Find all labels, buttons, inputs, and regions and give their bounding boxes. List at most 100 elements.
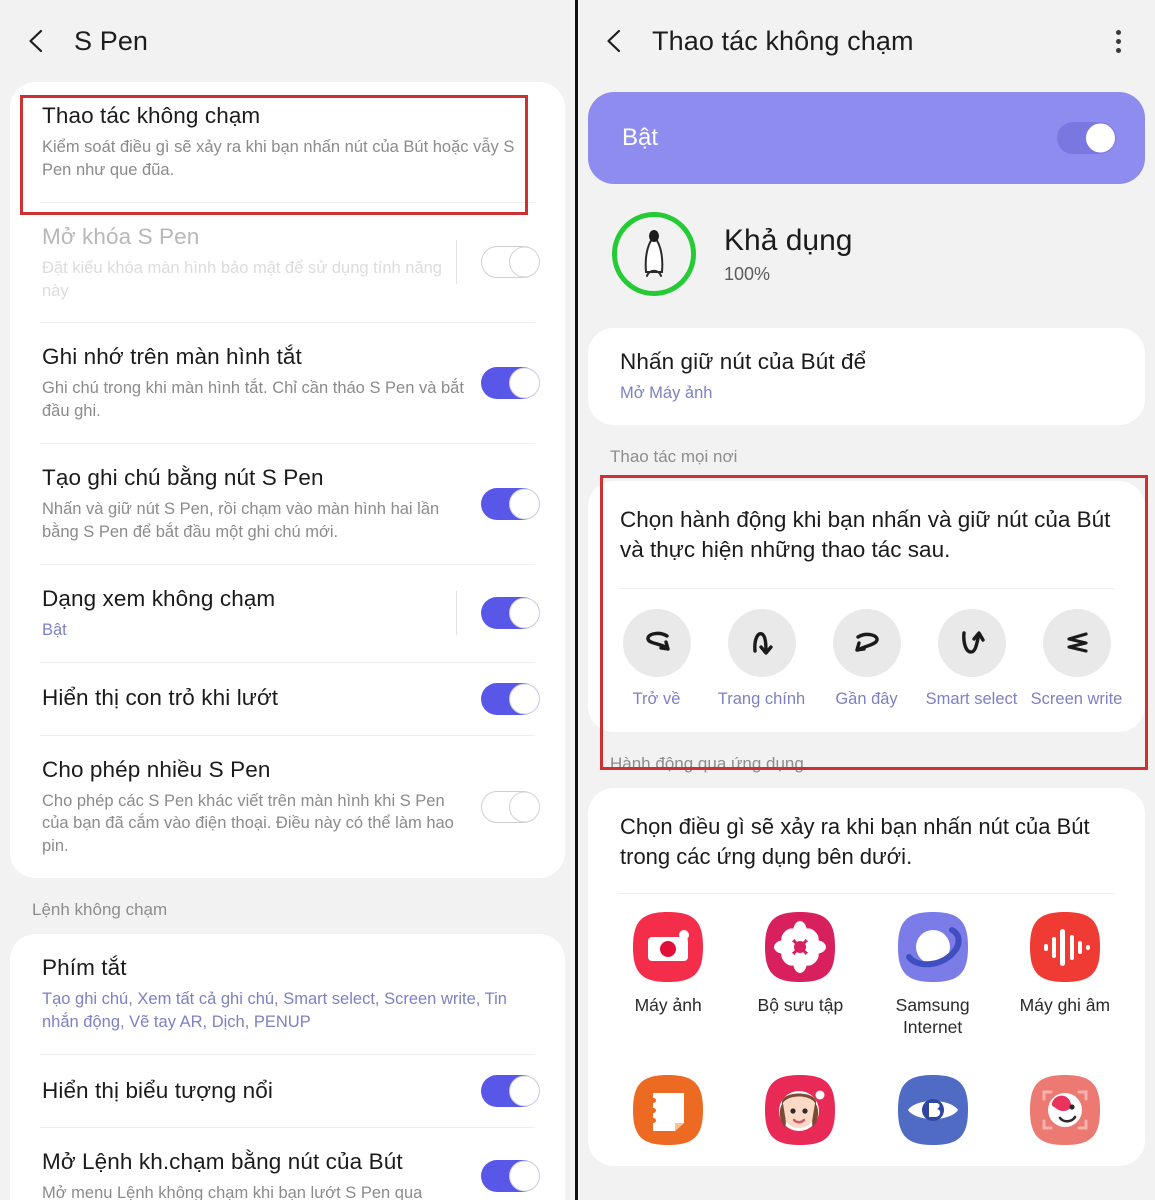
app-list-row-2 (588, 1047, 1145, 1166)
list-item-press-hold[interactable]: Nhấn giữ nút của Bút để Mở Máy ảnh (588, 328, 1145, 425)
list-item-air-view[interactable]: Dạng xem không chạm Bật (10, 564, 565, 662)
list-item-show-pointer[interactable]: Hiển thị con trỏ khi lướt (10, 662, 565, 735)
gesture-item-home[interactable]: Trang chính (709, 608, 814, 710)
toggle-separator (456, 240, 457, 285)
list-item-title: Hiển thị con trỏ khi lướt (42, 685, 279, 711)
press-hold-card[interactable]: Nhấn giữ nút của Bút để Mở Máy ảnh (588, 328, 1145, 425)
list-item-title: Tạo ghi chú bằng nút S Pen (42, 464, 324, 490)
toggle-knob (509, 597, 540, 629)
toggle-air-actions-master[interactable] (1057, 122, 1116, 154)
section-header-air-command: Lệnh không chạm (32, 899, 168, 919)
list-item-screen-off-memo[interactable]: Ghi nhớ trên màn hình tắt Ghi chú trong … (10, 323, 565, 443)
gesture-smart-select-icon (937, 608, 1006, 677)
gesture-back-icon (622, 608, 691, 677)
toggle-open-air-command[interactable] (481, 1160, 540, 1193)
app-list-row-1: Máy ảnh Bộ sưu tập Samsung Internet Máy … (588, 894, 1145, 1047)
pen-status-block: Khả dụng 100% (578, 184, 1155, 328)
toggle-knob (508, 791, 540, 823)
ar-doodle-app-icon (1028, 1073, 1102, 1147)
section-header-app-actions: Hành động qua ứng dụng (610, 754, 804, 774)
list-item-open-air-command[interactable]: Mở Lệnh kh.chạm bằng nút của Bút Mở menu… (10, 1127, 565, 1200)
app-label: Máy ảnh (634, 995, 702, 1016)
anywhere-actions-description: Chọn hành động khi bạn nhấn và giữ nút c… (620, 506, 1111, 563)
app-item-bixby-vision[interactable] (867, 1073, 999, 1158)
toggle-floating-icon[interactable] (481, 1074, 540, 1107)
toggle-knob (509, 1075, 540, 1107)
toggle-show-pointer[interactable] (481, 682, 540, 715)
page-title: Thao tác không chạm (652, 25, 914, 56)
toggle-allow-multiple-spen[interactable] (481, 790, 540, 823)
gesture-item-back[interactable]: Trở về (604, 608, 709, 710)
gesture-item-smart-select[interactable]: Smart select (919, 608, 1024, 710)
list-item-title: Hiển thị biểu tượng nổi (42, 1077, 274, 1103)
toggle-air-view[interactable] (481, 597, 540, 630)
right-phone-screen: Thao tác không chạm Bật Khả dụng 100% Nh… (578, 0, 1155, 1200)
list-item-subtitle: Ghi chú trong khi màn hình tắt. Chỉ cần … (42, 379, 464, 421)
app-label: Samsung Internet (895, 995, 970, 1038)
section-header-anywhere-actions: Thao tác mọi nơi (610, 446, 738, 466)
chevron-left-icon[interactable] (598, 24, 632, 58)
app-item-ar-emoji[interactable] (734, 1073, 866, 1158)
list-item-subtitle: Kiểm soát điều gì sẽ xảy ra khi bạn nhấn… (42, 138, 515, 179)
toggle-spen-unlock[interactable] (481, 246, 540, 279)
master-toggle-label: Bật (622, 124, 659, 151)
app-item-gallery[interactable]: Bộ sưu tập (734, 910, 866, 1039)
gesture-home-icon (727, 608, 796, 677)
toggle-knob (509, 367, 540, 399)
gallery-app-icon (763, 910, 837, 984)
settings-card-primary: Thao tác không chạm Kiểm soát điều gì sẽ… (10, 82, 565, 878)
left-phone-screen: S Pen Thao tác không chạm Kiểm soát điều… (0, 0, 578, 1200)
toggle-separator (456, 591, 457, 636)
list-item-title: Cho phép nhiều S Pen (42, 756, 271, 782)
list-item-subtitle: Đặt kiểu khóa màn hình bảo mật để sử dụn… (42, 258, 442, 300)
list-item-create-note-button[interactable]: Tạo ghi chú bằng nút S Pen Nhấn và giữ n… (10, 443, 565, 564)
toggle-knob (509, 488, 540, 520)
gesture-label: Screen write (1030, 689, 1123, 708)
app-item-camera[interactable]: Máy ảnh (602, 910, 734, 1039)
toggle-screen-off-memo[interactable] (481, 367, 540, 400)
chevron-left-icon[interactable] (20, 24, 54, 58)
list-item-subtitle: Mở menu Lệnh không chạm khi bạn lướt S P… (42, 1183, 423, 1200)
list-item-subtitle: Cho phép các S Pen khác viết trên màn hì… (42, 791, 454, 856)
anywhere-actions-card: Chọn hành động khi bạn nhấn và giữ nút c… (588, 480, 1145, 733)
toggle-knob (509, 1160, 540, 1192)
notes-app-icon (631, 1073, 705, 1147)
app-label: Bộ sưu tập (757, 995, 844, 1016)
gesture-item-screen-write[interactable]: Screen write (1024, 608, 1129, 710)
bixby-vision-app-icon (896, 1073, 970, 1147)
page-title: S Pen (74, 25, 149, 56)
list-item-title: Nhấn giữ nút của Bút để (620, 349, 867, 374)
gesture-item-recents[interactable]: Gần đây (814, 608, 919, 710)
pen-status-title: Khả dụng (724, 223, 853, 257)
left-appbar: S Pen (0, 0, 575, 82)
camera-app-icon (631, 910, 705, 984)
more-vertical-icon[interactable] (1101, 24, 1135, 58)
list-item-subtitle: Bật (42, 620, 67, 639)
gesture-label: Trở về (632, 689, 681, 708)
gesture-label: Smart select (925, 689, 1018, 708)
toggle-create-note[interactable] (481, 487, 540, 520)
master-toggle-banner[interactable]: Bật (588, 92, 1145, 184)
app-label: Máy ghi âm (1019, 995, 1111, 1016)
list-item-air-actions[interactable]: Thao tác không chạm Kiểm soát điều gì sẽ… (10, 82, 565, 202)
app-item-voice-recorder[interactable]: Máy ghi âm (999, 910, 1131, 1039)
toggle-knob (508, 246, 540, 278)
list-item-subtitle: Tạo ghi chú, Xem tất cả ghi chú, Smart s… (42, 990, 507, 1031)
gesture-label: Gần đây (835, 689, 898, 708)
list-item-shortcuts[interactable]: Phím tắt Tạo ghi chú, Xem tất cả ghi chú… (10, 933, 565, 1054)
right-appbar: Thao tác không chạm (578, 0, 1155, 82)
app-item-notes[interactable] (602, 1073, 734, 1158)
list-item-allow-multiple-spen[interactable]: Cho phép nhiều S Pen Cho phép các S Pen … (10, 735, 565, 878)
app-item-samsung-internet[interactable]: Samsung Internet (867, 910, 999, 1039)
pen-battery-level: 100% (724, 263, 771, 284)
ar-emoji-app-icon (763, 1073, 837, 1147)
app-item-ar-doodle[interactable] (999, 1073, 1131, 1158)
voice-recorder-app-icon (1028, 910, 1102, 984)
list-item-title: Ghi nhớ trên màn hình tắt (42, 344, 302, 370)
gesture-list: Trở về Trang chính Gần đây Smart select … (588, 589, 1145, 732)
list-item-floating-icon[interactable]: Hiển thị biểu tượng nổi (10, 1054, 565, 1127)
list-item-spen-unlock[interactable]: Mở khóa S Pen Đặt kiểu khóa màn hình bảo… (10, 202, 565, 323)
gesture-label: Trang chính (717, 689, 806, 708)
s-pen-icon (612, 212, 696, 296)
dual-screenshot: S Pen Thao tác không chạm Kiểm soát điều… (0, 0, 1155, 1200)
